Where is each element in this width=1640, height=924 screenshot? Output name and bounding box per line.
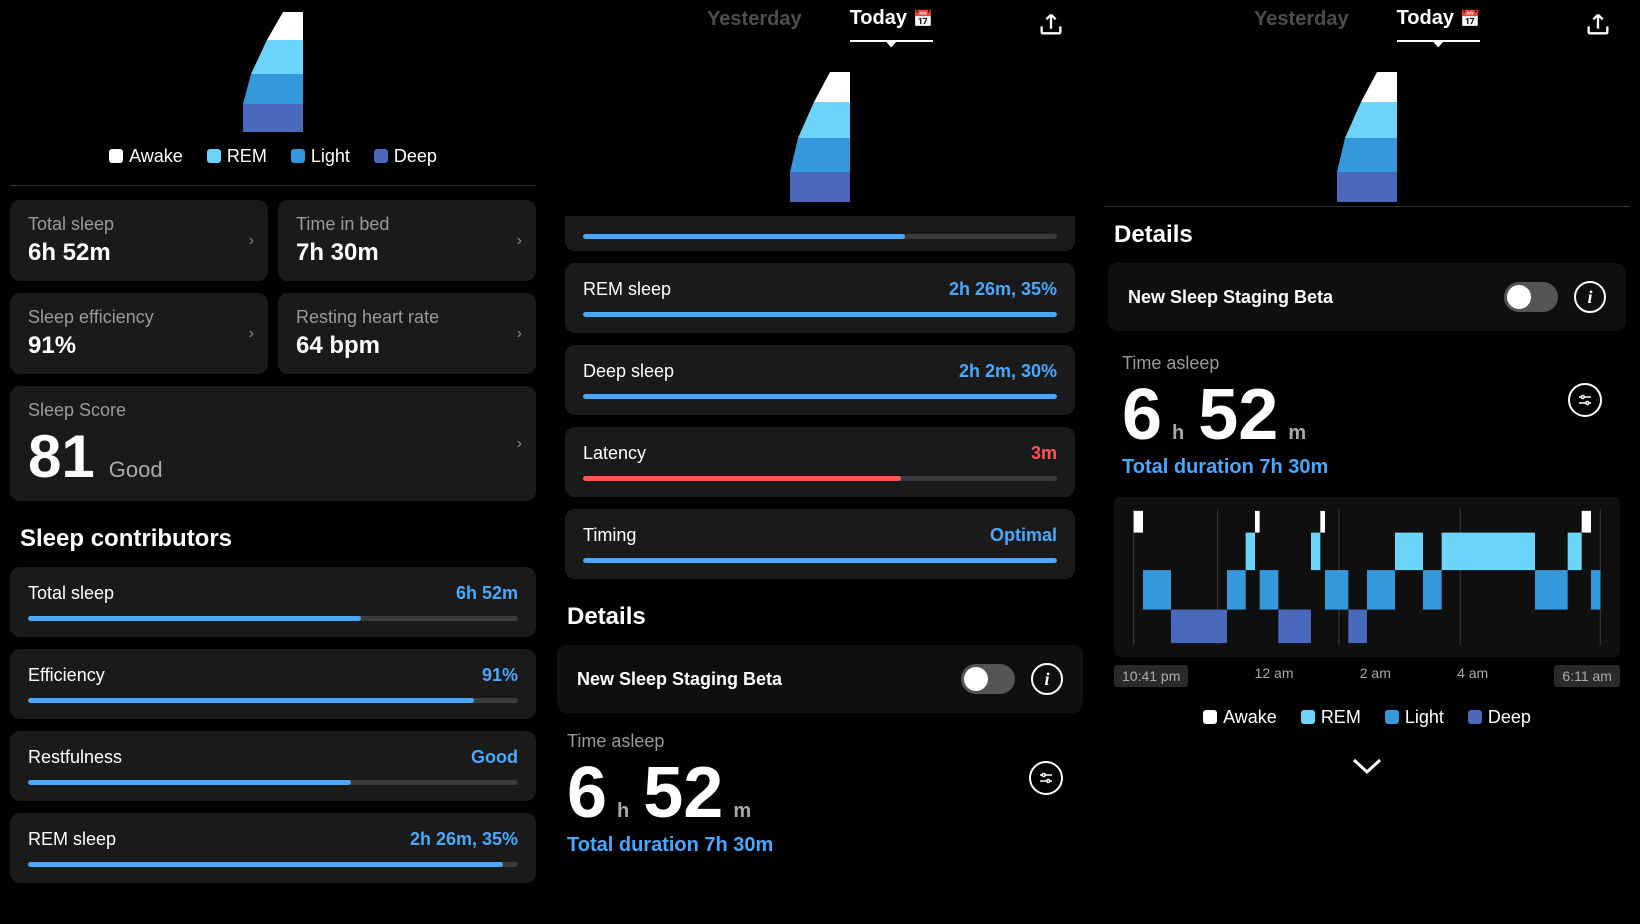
contrib-value: 6h 52m — [456, 583, 518, 604]
tab-yesterday[interactable]: Yesterday — [1254, 8, 1349, 41]
deep-swatch — [374, 149, 388, 163]
beta-label: New Sleep Staging Beta — [577, 669, 782, 690]
time-asleep-label: Time asleep — [567, 731, 1073, 752]
contrib-rem[interactable]: REM sleep 2h 26m, 35% — [10, 813, 536, 883]
calendar-icon: 📅 — [913, 11, 933, 28]
chevron-right-icon: › — [517, 325, 522, 343]
sleep-score-value: 81 — [28, 427, 95, 487]
awake-swatch — [109, 149, 123, 163]
beta-toggle[interactable] — [961, 664, 1015, 694]
rem-swatch — [207, 149, 221, 163]
sleep-stack-graphic — [547, 72, 1093, 202]
contrib-deep[interactable]: Deep sleep2h 2m, 30% — [565, 345, 1075, 415]
resting-hr-label: Resting heart rate — [296, 307, 518, 328]
total-duration: Total duration 7h 30m — [1122, 456, 1612, 479]
time-in-bed-card[interactable]: Time in bed 7h 30m › — [278, 200, 536, 281]
sleep-timeline-chart[interactable] — [1114, 497, 1620, 657]
tab-today[interactable]: Today📅 — [850, 7, 933, 42]
contrib-latency[interactable]: Latency3m — [565, 427, 1075, 497]
sleep-score-word: Good — [109, 457, 163, 483]
contrib-rem[interactable]: REM sleep2h 26m, 35% — [565, 263, 1075, 333]
legend-awake: Awake — [129, 146, 183, 166]
contrib-label: REM sleep — [28, 829, 116, 850]
time-in-bed-label: Time in bed — [296, 214, 518, 235]
sleep-staging-beta-row: New Sleep Staging Beta i — [557, 645, 1083, 713]
time-asleep-label: Time asleep — [1122, 353, 1612, 374]
chevron-right-icon: › — [517, 232, 522, 250]
share-button[interactable] — [1037, 10, 1065, 38]
chevron-right-icon: › — [249, 232, 254, 250]
adjust-icon[interactable] — [1568, 383, 1602, 417]
sleep-score-card[interactable]: Sleep Score 81 Good › — [10, 386, 536, 501]
contrib-restfulness[interactable]: Restfulness Good — [10, 731, 536, 801]
total-sleep-card[interactable]: Total sleep 6h 52m › — [10, 200, 268, 281]
sleep-score-label: Sleep Score — [28, 400, 518, 421]
contrib-value: 2h 26m, 35% — [410, 829, 518, 850]
tab-yesterday[interactable]: Yesterday — [707, 8, 802, 41]
total-sleep-label: Total sleep — [28, 214, 250, 235]
contrib-label: Restfulness — [28, 747, 122, 768]
contrib-value: Good — [471, 747, 518, 768]
beta-toggle[interactable] — [1504, 282, 1558, 312]
adjust-icon[interactable] — [1029, 761, 1063, 795]
contrib-label: Total sleep — [28, 583, 114, 604]
time-in-bed-value: 7h 30m — [296, 239, 518, 267]
details-heading: Details — [567, 603, 1073, 631]
time-asleep-value: 6h52m — [1122, 374, 1612, 456]
contrib-label: Efficiency — [28, 665, 105, 686]
expand-chevron-icon[interactable] — [1094, 756, 1640, 776]
contributors-heading: Sleep contributors — [20, 525, 526, 553]
contrib-partial — [565, 216, 1075, 251]
info-icon[interactable]: i — [1574, 281, 1606, 313]
timeline-axis: 10:41 pm 12 am 2 am 4 am 6:11 am — [1114, 665, 1620, 687]
time-asleep-value: 6h52m — [567, 752, 1073, 834]
resting-hr-card[interactable]: Resting heart rate 64 bpm › — [278, 293, 536, 374]
legend-deep: Deep — [394, 146, 437, 166]
contrib-efficiency[interactable]: Efficiency 91% — [10, 649, 536, 719]
info-icon[interactable]: i — [1031, 663, 1063, 695]
resting-hr-value: 64 bpm — [296, 332, 518, 360]
chevron-right-icon: › — [517, 435, 522, 453]
tab-today[interactable]: Today📅 — [1397, 7, 1480, 42]
total-sleep-value: 6h 52m — [28, 239, 250, 267]
sleep-staging-beta-row: New Sleep Staging Beta i — [1108, 263, 1626, 331]
stage-legend: Awake REM Light Deep — [1094, 693, 1640, 742]
details-heading: Details — [1114, 221, 1620, 249]
legend-light: Light — [311, 146, 350, 166]
stage-legend: Awake REM Light Deep — [0, 132, 546, 181]
sleep-efficiency-card[interactable]: Sleep efficiency 91% › — [10, 293, 268, 374]
sleep-stack-graphic — [1094, 72, 1640, 202]
light-swatch — [291, 149, 305, 163]
calendar-icon: 📅 — [1460, 11, 1480, 28]
sleep-stack-graphic — [0, 12, 546, 132]
sleep-efficiency-label: Sleep efficiency — [28, 307, 250, 328]
contrib-timing[interactable]: TimingOptimal — [565, 509, 1075, 579]
contrib-value: 91% — [482, 665, 518, 686]
share-button[interactable] — [1584, 10, 1612, 38]
chevron-right-icon: › — [249, 325, 254, 343]
beta-label: New Sleep Staging Beta — [1128, 287, 1333, 308]
contrib-total-sleep[interactable]: Total sleep 6h 52m — [10, 567, 536, 637]
legend-rem: REM — [227, 146, 267, 166]
sleep-efficiency-value: 91% — [28, 332, 250, 360]
total-duration: Total duration 7h 30m — [567, 834, 1073, 857]
